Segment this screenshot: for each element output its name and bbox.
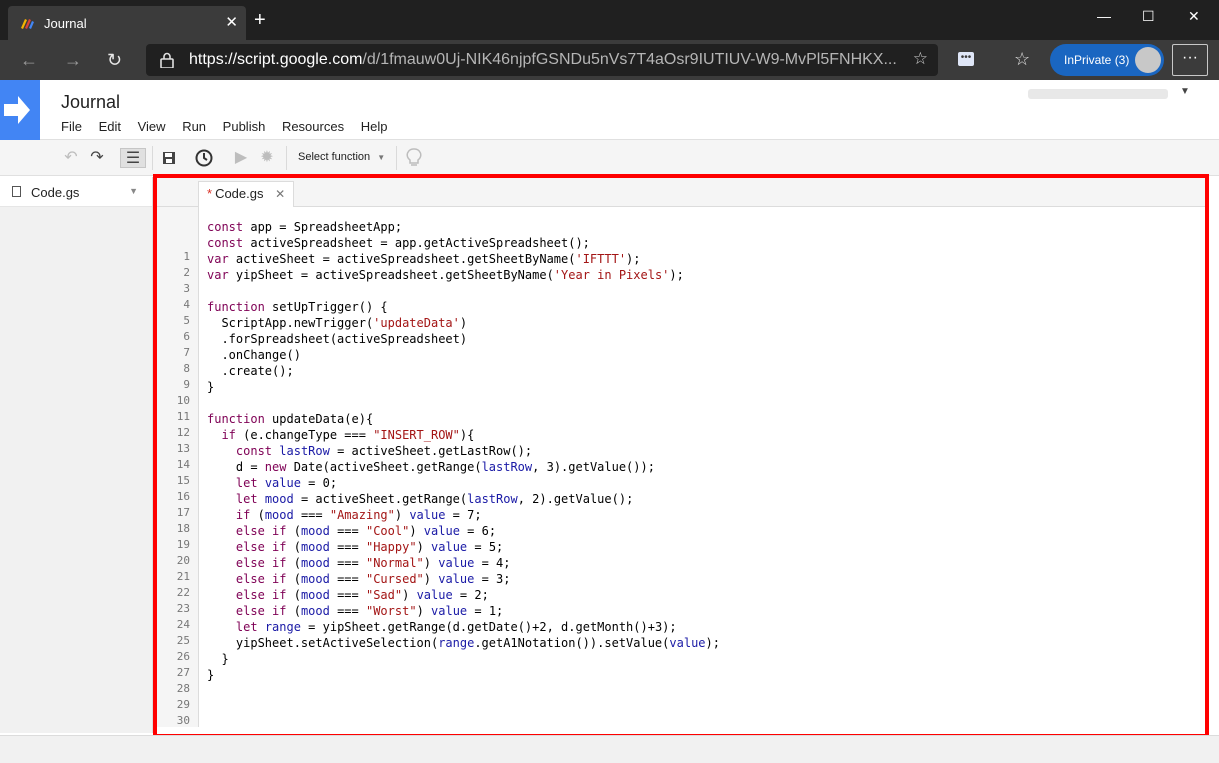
toolbar-divider	[152, 146, 153, 170]
menu-run[interactable]: Run	[182, 119, 206, 134]
close-window-icon[interactable]: ✕	[1188, 8, 1200, 25]
extension-icon[interactable]: •••	[958, 52, 974, 66]
url-text: https://script.google.com/d/1fmauw0Uj-NI…	[189, 51, 897, 69]
project-title[interactable]: Journal	[61, 92, 120, 113]
url-path: /d/1fmauw0Uj-NIK46njpfGSNDu5nVs7T4aOsr9I…	[362, 51, 897, 68]
favorite-star-icon[interactable]: ☆	[913, 49, 928, 69]
editor-toolbar: ↶ ↷ ☰ ▶ ✹ Select function ▼	[0, 140, 1219, 176]
favorites-icon[interactable]: ☆	[1014, 49, 1030, 70]
forward-icon[interactable]: →	[64, 50, 82, 71]
triggers-clock-icon[interactable]	[193, 148, 215, 168]
file-name: Code.gs	[31, 185, 80, 200]
undo-icon[interactable]: ↶	[60, 148, 82, 168]
maximize-icon[interactable]: ☐	[1142, 8, 1155, 25]
apps-script-header: Journal File Edit View Run Publish Resou…	[0, 80, 1219, 140]
lock-icon	[160, 52, 174, 68]
indent-icon[interactable]: ☰	[120, 148, 146, 168]
inprivate-button[interactable]: InPrivate (3)	[1050, 44, 1164, 76]
minimize-icon[interactable]: —	[1097, 8, 1111, 24]
apps-script-logo-icon[interactable]	[0, 80, 40, 140]
chevron-down-icon: ▼	[377, 153, 386, 162]
save-icon[interactable]	[158, 148, 180, 168]
menu-edit[interactable]: Edit	[99, 119, 121, 134]
menu-help[interactable]: Help	[361, 119, 388, 134]
menu-bar: File Edit View Run Publish Resources Hel…	[61, 119, 400, 134]
address-bar[interactable]: https://script.google.com/d/1fmauw0Uj-NI…	[146, 44, 938, 76]
menu-file[interactable]: File	[61, 119, 82, 134]
profile-avatar	[1135, 47, 1161, 73]
menu-view[interactable]: View	[138, 119, 166, 134]
inprivate-label: InPrivate (3)	[1064, 53, 1130, 67]
lightbulb-icon[interactable]	[403, 148, 425, 168]
run-icon[interactable]: ▶	[230, 148, 252, 168]
user-account-blurred[interactable]	[1028, 89, 1168, 99]
url-host: https://script.google.com	[189, 51, 363, 68]
menu-publish[interactable]: Publish	[223, 119, 266, 134]
toolbar-divider	[286, 146, 287, 170]
apps-script-favicon-icon	[21, 19, 34, 29]
refresh-icon[interactable]: ↻	[107, 50, 122, 71]
file-list-pane: Code.gs ▼	[0, 177, 153, 733]
toolbar-divider	[396, 146, 397, 170]
chevron-down-icon[interactable]: ▼	[129, 186, 138, 196]
status-bar	[0, 735, 1219, 763]
annotation-highlight-box	[153, 174, 1209, 738]
tab-close-icon[interactable]: ✕	[225, 13, 238, 31]
new-tab-icon[interactable]: +	[254, 10, 266, 30]
browser-toolbar: ← → ↻ https://script.google.com/d/1fmauw…	[0, 40, 1219, 80]
debug-bug-icon[interactable]: ✹	[256, 148, 278, 168]
back-icon[interactable]: ←	[20, 50, 38, 71]
tab-title: Journal	[44, 16, 87, 31]
file-item-code-gs[interactable]: Code.gs ▼	[0, 177, 152, 207]
menu-resources[interactable]: Resources	[282, 119, 344, 134]
redo-icon[interactable]: ↷	[86, 148, 108, 168]
document-icon	[12, 186, 21, 197]
browser-tab[interactable]: Journal ✕	[8, 6, 246, 40]
browser-titlebar: Journal ✕ + — ☐ ✕	[0, 0, 1219, 40]
select-function-label: Select function	[298, 151, 371, 163]
browser-menu-icon[interactable]: ···	[1172, 44, 1208, 76]
account-caret-icon[interactable]: ▼	[1180, 86, 1190, 97]
select-function-dropdown[interactable]: Select function ▼	[298, 151, 385, 163]
